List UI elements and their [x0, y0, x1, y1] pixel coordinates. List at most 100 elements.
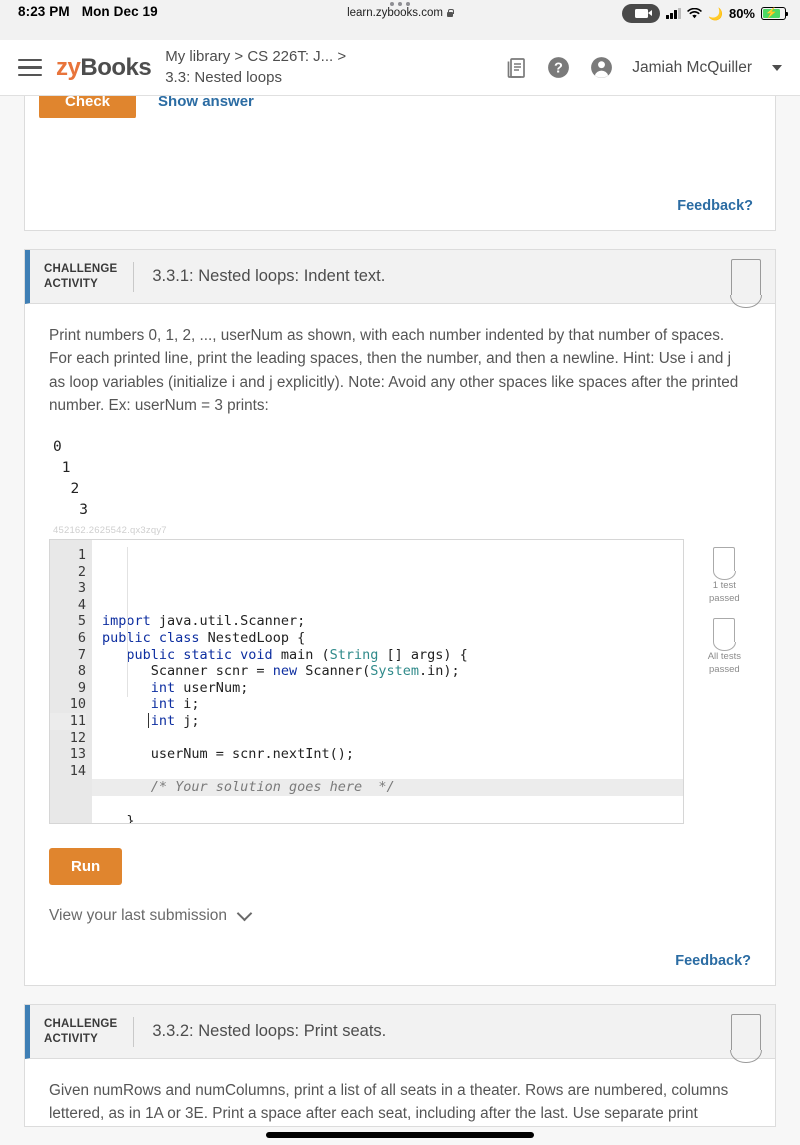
line-number-gutter: 1 2 3 4 5 6 7 8 9 10 11 12 13 14 — [50, 540, 92, 824]
svg-text:?: ? — [554, 61, 563, 77]
line-number: 6 — [77, 630, 86, 647]
breadcrumb-line-1: My library > CS 226T: J... > — [165, 48, 347, 66]
check-button[interactable]: Check — [39, 96, 137, 118]
code-line: public class NestedLoop { — [102, 630, 306, 647]
view-last-submission-toggle[interactable]: View your last submission — [49, 905, 751, 925]
lock-icon — [446, 9, 454, 17]
test-badge-label: All tests passed — [707, 650, 741, 675]
ios-status-bar: 8:23 PM Mon Dec 19 learn.zybooks.com 🌙 8… — [0, 0, 800, 40]
activity-tag-line-1: CHALLENGE — [44, 1018, 118, 1031]
run-button[interactable]: Run — [49, 848, 123, 886]
shield-badge-icon — [713, 617, 736, 651]
feedback-link[interactable]: Feedback? — [675, 953, 751, 969]
code-editor[interactable]: 1234567891011121314 import java.util.Sca… — [49, 539, 684, 825]
chevron-down-icon — [236, 905, 253, 922]
activity-header: CHALLENGE ACTIVITY 3.3.1: Nested loops: … — [25, 250, 775, 308]
view-last-submission-label: View your last submission — [49, 907, 228, 925]
breadcrumb-line-2: 3.3: Nested loops — [165, 68, 282, 86]
line-number: 13 — [69, 746, 86, 763]
challenge-activity-332: CHALLENGE ACTIVITY 3.3.2: Nested loops: … — [24, 1004, 776, 1127]
chevron-down-icon[interactable] — [772, 64, 782, 71]
activity-tag-line-2: ACTIVITY — [44, 277, 98, 290]
status-bar-left: 8:23 PM Mon Dec 19 — [0, 0, 158, 19]
status-bar-right: 🌙 80% ⚡ — [622, 0, 800, 23]
activity-title: 3.3.2: Nested loops: Print seats. — [152, 1022, 387, 1041]
activity-prompt: Given numRows and numColumns, print a li… — [49, 1082, 729, 1123]
check-answer-row: Check Show answer — [25, 96, 775, 118]
shield-badge-icon — [713, 547, 736, 581]
line-number: 14 — [69, 762, 86, 779]
status-date: Mon Dec 19 — [81, 4, 158, 19]
line-number: 2 — [77, 563, 86, 580]
line-number: 1 — [77, 547, 86, 564]
address-bar[interactable]: learn.zybooks.com — [347, 7, 454, 19]
activity-tag: CHALLENGE ACTIVITY — [30, 1017, 133, 1046]
library-book-icon[interactable] — [504, 56, 528, 80]
line-number: 9 — [77, 679, 86, 696]
page-scroll-area[interactable]: Check Show answer Feedback? CHALLENGE AC… — [0, 96, 800, 1145]
line-number: 7 — [77, 646, 86, 663]
line-number: 8 — [77, 663, 86, 680]
activity-tag-line-2: ACTIVITY — [44, 1032, 98, 1045]
code-line: int j; — [150, 713, 200, 729]
do-not-disturb-moon-icon: 🌙 — [708, 6, 723, 21]
user-avatar-icon[interactable] — [589, 55, 614, 80]
code-text-area[interactable]: import java.util.Scanner;public class Ne… — [92, 540, 683, 823]
code-line: /* Your solution goes here */ — [92, 779, 683, 796]
logo-zy-text: zy — [56, 53, 81, 81]
code-line: int userNum; — [150, 679, 249, 696]
test-badge-label: 1 test passed — [709, 580, 740, 604]
line-number: 3 — [77, 580, 86, 597]
activity-prompt: Print numbers 0, 1, 2, ..., userNum as s… — [49, 327, 739, 414]
test-badge: All tests passed — [707, 617, 741, 677]
test-badge: 1 test passed — [709, 547, 740, 606]
challenge-activity-331: CHALLENGE ACTIVITY 3.3.1: Nested loops: … — [24, 249, 776, 987]
example-output: 0 1 2 3 — [53, 439, 88, 519]
cellular-signal-icon — [666, 8, 682, 19]
feedback-link[interactable]: Feedback? — [677, 198, 753, 214]
activity-title: 3.3.1: Nested loops: Indent text. — [152, 267, 386, 285]
test-badges-column: 1 test passed All tests passed — [698, 539, 751, 824]
line-number: 10 — [69, 696, 86, 713]
code-line: public static void main (String [] args)… — [126, 646, 468, 663]
text-caret — [148, 713, 149, 729]
line-number: 11 — [50, 713, 86, 730]
zybooks-logo[interactable]: zyBooks — [56, 53, 152, 82]
previous-activity-card: Check Show answer Feedback? — [24, 96, 776, 231]
zybooks-app-header: zyBooks My library > CS 226T: J... > 3.3… — [0, 40, 800, 96]
line-number: 4 — [77, 596, 86, 613]
code-line: userNum = scnr.nextInt(); — [102, 746, 354, 763]
code-line: Scanner scnr = new Scanner(System.in); — [102, 663, 460, 680]
battery-charging-icon: ⚡ — [761, 7, 789, 20]
shield-badge-icon — [730, 258, 762, 308]
header-actions: ? Jamiah McQuiller — [504, 55, 782, 80]
status-time: 8:23 PM — [18, 4, 70, 19]
help-circle-icon[interactable]: ? — [546, 55, 571, 80]
activity-body: Print numbers 0, 1, 2, ..., userNum as s… — [25, 304, 775, 985]
code-line: } — [102, 812, 135, 825]
battery-percent-label: 80% — [728, 6, 755, 21]
url-text: learn.zybooks.com — [347, 7, 443, 19]
show-answer-link[interactable]: Show answer — [158, 96, 254, 110]
code-editor-zone: 452162.2625542.qx3zqy7 1 2 3 4 5 6 7 8 9 10 11 12 13… — [49, 525, 751, 825]
shield-badge-icon — [730, 1013, 762, 1063]
breadcrumb[interactable]: My library > CS 226T: J... > 3.3: Nested… — [165, 47, 346, 88]
code-line: import java.util.Scanner; — [102, 613, 306, 630]
hamburger-menu-icon[interactable] — [18, 58, 42, 77]
activity-body: Given numRows and numColumns, print a li… — [25, 1059, 775, 1126]
activity-tag-line-1: CHALLENGE — [44, 263, 118, 276]
logo-books-text: Books — [80, 53, 152, 81]
wifi-icon — [687, 8, 702, 19]
activity-tag: CHALLENGE ACTIVITY — [30, 262, 133, 291]
feedback-row: Feedback? — [25, 184, 775, 230]
tab-overflow-dots-icon[interactable] — [390, 2, 410, 6]
username-label: Jamiah McQuiller — [632, 58, 752, 76]
code-line: int i; — [150, 696, 200, 713]
line-number: 12 — [69, 729, 86, 746]
home-indicator — [266, 1132, 534, 1138]
camera-recording-indicator-icon — [622, 4, 661, 23]
indent-guide — [127, 547, 128, 698]
